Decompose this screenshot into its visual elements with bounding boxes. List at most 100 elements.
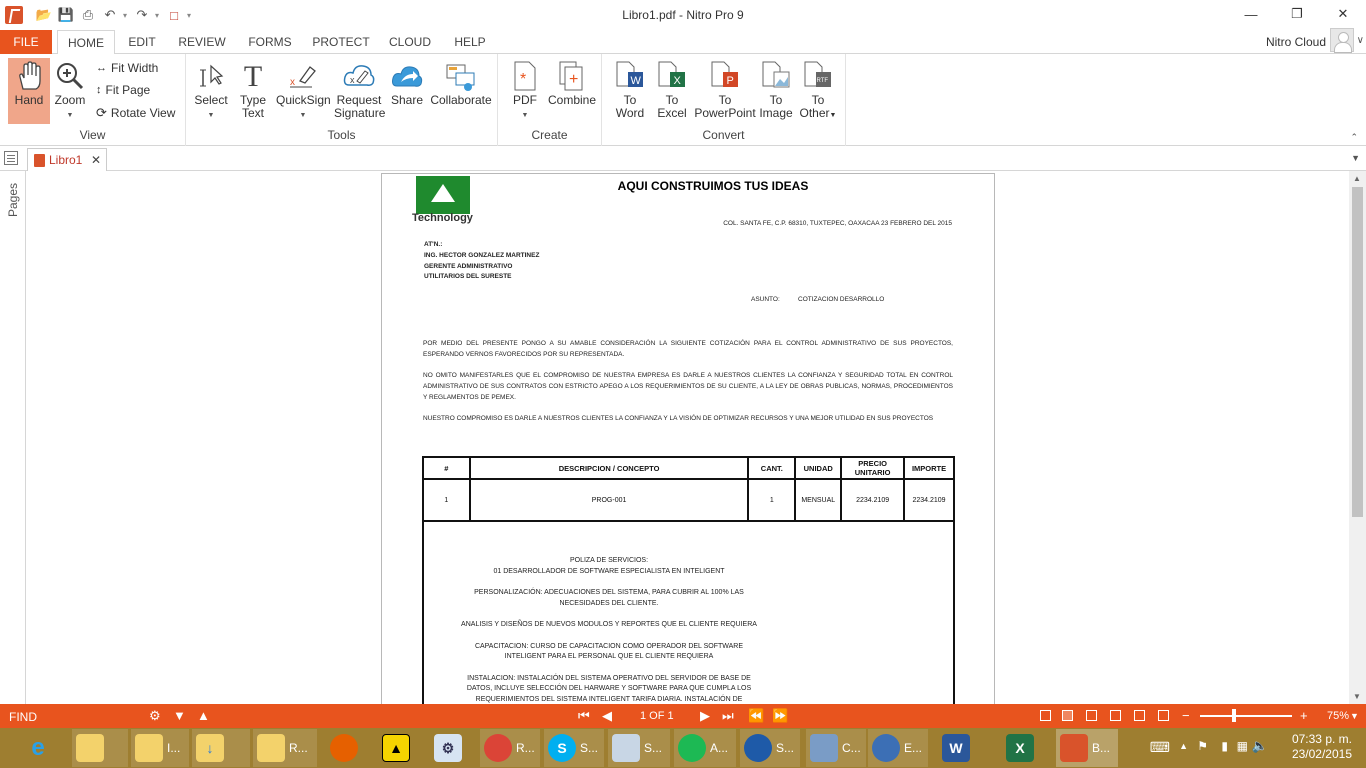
battery-icon[interactable]: ▮ [1221, 739, 1228, 753]
taskbar-skype[interactable]: S S... [544, 729, 604, 767]
facing-view-icon[interactable] [1086, 710, 1097, 721]
taskbar-nitro[interactable]: B... [1056, 729, 1118, 767]
select-button[interactable]: Select ▼ [194, 58, 228, 122]
find-next-down-icon[interactable]: ▼ [173, 708, 186, 723]
cover-view-icon[interactable] [1134, 710, 1145, 721]
hand-button[interactable]: Hand [8, 58, 50, 124]
vertical-scrollbar[interactable]: ▲ ▼ [1349, 171, 1366, 704]
taskbar-spotify[interactable]: A... [674, 729, 736, 767]
find-settings-gear-icon[interactable]: ⚙ [149, 708, 161, 724]
taskbar-folder-2[interactable]: I... [131, 729, 189, 767]
find-label[interactable]: FIND [9, 710, 37, 724]
zoom-slider-thumb[interactable] [1232, 709, 1237, 722]
tab-cloud[interactable]: CLOUD [387, 30, 433, 54]
tab-protect[interactable]: PROTECT [312, 30, 370, 54]
select-tool-icon[interactable]: □ [165, 6, 183, 24]
page-indicator[interactable]: 1 OF 1 [640, 710, 674, 722]
pages-panel-tab[interactable]: Pages [6, 177, 20, 217]
print-icon[interactable]: ⎙ [79, 6, 97, 24]
network-icon[interactable]: ▦ [1237, 739, 1248, 753]
taskbar-app-a[interactable]: S... [608, 729, 670, 767]
previous-page-icon[interactable]: ◀ [602, 708, 612, 724]
taskbar-excel[interactable]: X [1002, 729, 1046, 767]
taskbar-batman[interactable]: ▲ [378, 729, 422, 767]
save-icon[interactable]: 💾 [57, 6, 75, 24]
to-excel-button[interactable]: X To Excel [654, 58, 690, 120]
tab-review[interactable]: REVIEW [176, 30, 228, 54]
forward-view-icon[interactable]: ⏩ [772, 708, 788, 724]
avatar[interactable] [1330, 28, 1354, 53]
tab-file[interactable]: FILE [0, 30, 52, 54]
to-powerpoint-button[interactable]: P To PowerPoint [694, 58, 756, 120]
collaborate-button[interactable]: Collaborate [430, 58, 492, 107]
quicksign-button[interactable]: x QuickSign ▼ [276, 58, 331, 122]
scroll-down-icon[interactable]: ▼ [1353, 692, 1361, 701]
scrollbar-thumb[interactable] [1352, 187, 1363, 517]
zoom-dropdown-icon[interactable]: ▼ [1350, 711, 1359, 721]
show-hidden-icons-icon[interactable]: ▲ [1179, 741, 1188, 751]
facing-continuous-view-icon[interactable] [1110, 710, 1121, 721]
combine-button[interactable]: + Combine [548, 58, 596, 107]
undo-icon[interactable]: ↶ [101, 6, 119, 24]
collapse-ribbon-icon[interactable]: ⌃ [1350, 132, 1358, 143]
zoom-percentage[interactable]: 75% [1327, 710, 1349, 722]
chevron-down-icon[interactable]: ∨ [1357, 35, 1364, 46]
share-button[interactable]: Share [388, 58, 426, 107]
taskbar-app-b[interactable]: E... [868, 729, 928, 767]
back-view-icon[interactable]: ⏪ [748, 708, 764, 724]
nitro-logo-icon[interactable] [5, 6, 23, 24]
to-other-button[interactable]: RTF To Other▼ [798, 58, 838, 122]
taskbar-folder-3[interactable]: R... [253, 729, 317, 767]
tab-document-libro1[interactable]: Libro1 ✕ [27, 148, 107, 171]
document-viewport[interactable]: Technology AQUI CONSTRUIMOS TUS IDEAS CO… [27, 171, 1349, 704]
taskbar-tool[interactable]: ⚙ [430, 729, 474, 767]
next-page-icon[interactable]: ▶ [700, 708, 710, 724]
scroll-up-icon[interactable]: ▲ [1353, 174, 1361, 183]
tab-edit[interactable]: EDIT [122, 30, 162, 54]
find-previous-up-icon[interactable]: ▲ [197, 708, 210, 723]
undo-dropdown-icon[interactable]: ▾ [123, 11, 129, 20]
flag-icon[interactable]: ⚑ [1197, 739, 1208, 753]
close-tab-icon[interactable]: ✕ [91, 153, 101, 167]
continuous-view-icon[interactable] [1062, 710, 1073, 721]
fit-width-button[interactable]: ↔ Fit Width [96, 61, 158, 75]
type-text-button[interactable]: T Type Text [236, 58, 270, 120]
keyboard-icon[interactable]: ⌨ [1150, 739, 1170, 756]
tab-forms[interactable]: FORMS [245, 30, 295, 54]
chevron-down-icon[interactable]: ▼ [1351, 153, 1360, 163]
redo-icon[interactable]: ↷ [133, 6, 151, 24]
close-button[interactable]: ✕ [1320, 0, 1366, 28]
first-page-icon[interactable]: ⏮ [578, 708, 590, 724]
minimize-button[interactable]: — [1228, 0, 1274, 28]
fit-page-button[interactable]: ↕ Fit Page [96, 83, 150, 97]
to-word-button[interactable]: W To Word [612, 58, 648, 120]
taskbar-chrome[interactable]: R... [480, 729, 540, 767]
taskbar-firefox[interactable] [326, 729, 370, 767]
restore-button[interactable]: ❐ [1274, 0, 1320, 28]
rotate-view-button[interactable]: ⟳ Rotate View [96, 105, 175, 121]
clock[interactable]: 07:33 p. m. 23/02/2015 [1292, 732, 1352, 762]
open-folder-icon[interactable]: 📂 [35, 6, 53, 24]
last-page-icon[interactable]: ⏭ [722, 708, 734, 724]
customize-qat-icon[interactable]: ▾ [187, 11, 193, 20]
cloud-user-label[interactable]: Nitro Cloud [1266, 30, 1326, 54]
volume-icon[interactable]: 🔈 [1252, 738, 1268, 754]
taskbar-downloads[interactable]: ↓ [192, 729, 250, 767]
taskbar-word[interactable]: W [938, 729, 982, 767]
zoom-out-icon[interactable]: − [1182, 708, 1190, 723]
zoom-in-icon[interactable]: + [1300, 708, 1308, 723]
taskbar-ie[interactable]: e [20, 729, 64, 767]
request-signature-button[interactable]: x Request Signature [334, 58, 385, 120]
taskbar-explorer[interactable] [72, 729, 128, 767]
taskbar-app-c[interactable]: S... [740, 729, 800, 767]
tab-home[interactable]: HOME [57, 30, 115, 55]
fullscreen-view-icon[interactable] [1158, 710, 1169, 721]
single-page-view-icon[interactable] [1040, 710, 1051, 721]
to-image-button[interactable]: To Image [758, 58, 794, 120]
tab-help[interactable]: HELP [450, 30, 490, 54]
sidebar-toggle-icon[interactable] [4, 151, 18, 165]
pdf-create-button[interactable]: * PDF ▼ [508, 58, 542, 122]
taskbar-app-e[interactable]: C... [806, 729, 866, 767]
zoom-button[interactable]: Zoom ▼ [52, 58, 88, 122]
redo-dropdown-icon[interactable]: ▾ [155, 11, 161, 20]
